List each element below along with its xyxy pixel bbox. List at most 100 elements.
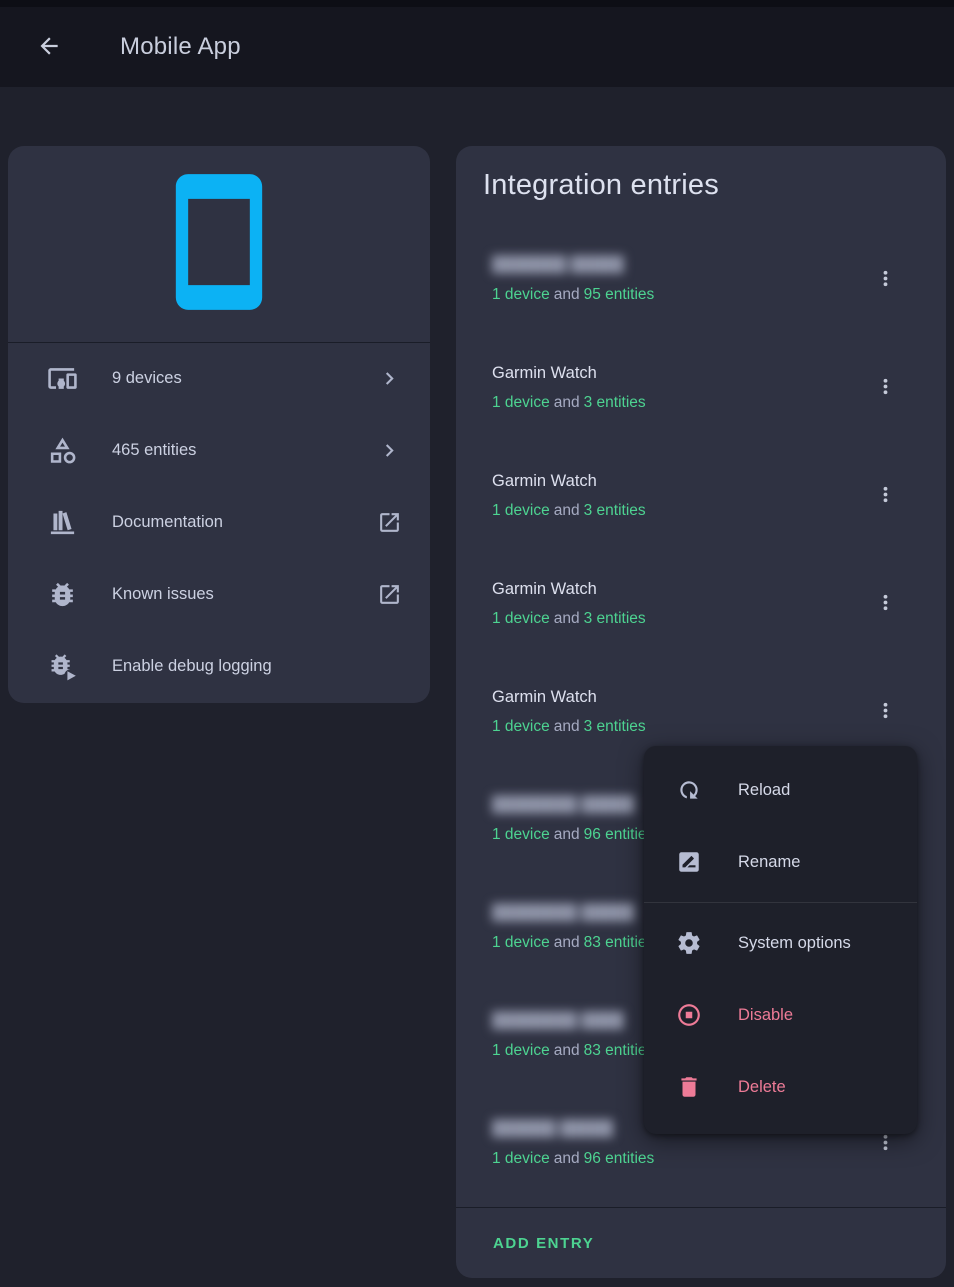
entities-link[interactable]: 96 entities [584, 1150, 655, 1167]
gear-icon [676, 930, 702, 956]
entry-menu-button[interactable] [872, 374, 899, 401]
reload-icon [676, 777, 702, 803]
entry-subtitle: 1 deviceand96 entities [492, 1148, 654, 1170]
entry-name: Garmin Watch [492, 361, 597, 385]
menu-item-system-options[interactable]: System options [644, 907, 917, 979]
entry-menu-button[interactable] [872, 482, 899, 509]
entry-name: Garmin Watch [492, 685, 597, 709]
entities-link[interactable]: 95 entities [584, 286, 655, 303]
subtitle-conjunction: and [554, 1150, 580, 1167]
add-entry-row: ADD ENTRY [456, 1208, 946, 1278]
app-bar: Mobile App [0, 7, 954, 87]
enable-debug-logging-row[interactable]: Enable debug logging [8, 630, 430, 702]
dots-vertical-icon [874, 267, 897, 293]
entry-subtitle: 1 deviceand3 entities [492, 716, 646, 738]
cellphone-icon [145, 168, 293, 321]
entry-name: ██████ █████ [492, 1117, 613, 1141]
integration-entry[interactable]: Garmin Watch 1 deviceand3 entities [456, 564, 946, 672]
trash-icon [676, 1074, 702, 1100]
known-issues-row[interactable]: Known issues [8, 558, 430, 630]
subtitle-conjunction: and [554, 1042, 580, 1059]
entities-row-label: 465 entities [112, 441, 196, 460]
back-button[interactable] [25, 23, 73, 71]
entities-link[interactable]: 3 entities [584, 502, 646, 519]
chevron-right-icon [377, 438, 402, 463]
menu-item-delete[interactable]: Delete [644, 1051, 917, 1123]
enable-debug-logging-label: Enable debug logging [112, 657, 272, 676]
integration-entry[interactable]: Garmin Watch 1 deviceand3 entities [456, 456, 946, 564]
arrow-left-icon [36, 33, 62, 62]
known-issues-row-label: Known issues [112, 585, 214, 604]
menu-item-rename[interactable]: Rename [644, 826, 917, 898]
devices-link[interactable]: 1 device [492, 610, 550, 627]
subtitle-conjunction: and [554, 286, 580, 303]
menu-item-disable[interactable]: Disable [644, 979, 917, 1051]
entry-subtitle: 1 deviceand83 entities [492, 932, 654, 954]
devices-link[interactable]: 1 device [492, 1042, 550, 1059]
entry-name: ████████ ████ [492, 1009, 624, 1033]
entry-menu-button[interactable] [872, 698, 899, 725]
documentation-row-label: Documentation [112, 513, 223, 532]
devices-row[interactable]: 9 devices [8, 343, 430, 415]
dots-vertical-icon [874, 699, 897, 725]
subtitle-conjunction: and [554, 826, 580, 843]
entry-name: Garmin Watch [492, 469, 597, 493]
entry-name: ███████ █████ [492, 253, 624, 277]
stop-circle-icon [676, 1002, 702, 1028]
devices-link[interactable]: 1 device [492, 1150, 550, 1167]
subtitle-conjunction: and [554, 610, 580, 627]
subtitle-conjunction: and [554, 394, 580, 411]
menu-item-label: System options [738, 934, 851, 953]
entities-row[interactable]: 465 entities [8, 415, 430, 487]
entry-menu-button[interactable] [872, 590, 899, 617]
devices-link[interactable]: 1 device [492, 718, 550, 735]
entry-subtitle: 1 deviceand96 entities [492, 824, 654, 846]
bug-icon [47, 579, 78, 610]
devices-link[interactable]: 1 device [492, 934, 550, 951]
open-in-new-icon [377, 582, 402, 607]
entry-subtitle: 1 deviceand3 entities [492, 608, 646, 630]
devices-link[interactable]: 1 device [492, 286, 550, 303]
entities-link[interactable]: 3 entities [584, 718, 646, 735]
devices-link[interactable]: 1 device [492, 502, 550, 519]
open-in-new-icon [377, 510, 402, 535]
entities-link[interactable]: 3 entities [584, 394, 646, 411]
menu-item-label: Reload [738, 781, 790, 800]
window-top-edge [0, 0, 954, 7]
shapes-icon [47, 435, 78, 466]
entry-context-menu: Reload Rename System options Disable Del… [644, 746, 917, 1134]
integration-entry[interactable]: Garmin Watch 1 deviceand3 entities [456, 348, 946, 456]
integration-info-card: 9 devices 465 entities Documentation Kno… [8, 146, 430, 703]
entry-menu-button[interactable] [872, 266, 899, 293]
bug-play-icon [47, 651, 78, 682]
info-rows: 9 devices 465 entities Documentation Kno… [8, 343, 430, 702]
subtitle-conjunction: and [554, 718, 580, 735]
entry-subtitle: 1 deviceand3 entities [492, 392, 646, 414]
add-entry-button[interactable]: ADD ENTRY [493, 1235, 594, 1252]
entry-subtitle: 1 deviceand83 entities [492, 1040, 654, 1062]
entry-subtitle: 1 deviceand95 entities [492, 284, 654, 306]
devices-icon [47, 363, 78, 394]
subtitle-conjunction: and [554, 934, 580, 951]
entities-link[interactable]: 3 entities [584, 610, 646, 627]
entry-subtitle: 1 deviceand3 entities [492, 500, 646, 522]
page-title: Mobile App [120, 33, 241, 61]
dots-vertical-icon [874, 1131, 897, 1157]
dots-vertical-icon [874, 591, 897, 617]
bookshelf-icon [47, 507, 78, 538]
devices-link[interactable]: 1 device [492, 394, 550, 411]
entry-name: Garmin Watch [492, 577, 597, 601]
entry-menu-button[interactable] [872, 1130, 899, 1157]
devices-link[interactable]: 1 device [492, 826, 550, 843]
dots-vertical-icon [874, 375, 897, 401]
dots-vertical-icon [874, 483, 897, 509]
integration-entry[interactable]: ███████ █████ 1 deviceand95 entities [456, 240, 946, 348]
documentation-row[interactable]: Documentation [8, 487, 430, 559]
entries-card-title: Integration entries [483, 169, 719, 202]
rename-icon [676, 849, 702, 875]
menu-item-label: Disable [738, 1006, 793, 1025]
menu-item-reload[interactable]: Reload [644, 754, 917, 826]
menu-item-label: Rename [738, 853, 800, 872]
entry-name: ████████ █████ [492, 901, 634, 925]
menu-divider [644, 902, 917, 903]
